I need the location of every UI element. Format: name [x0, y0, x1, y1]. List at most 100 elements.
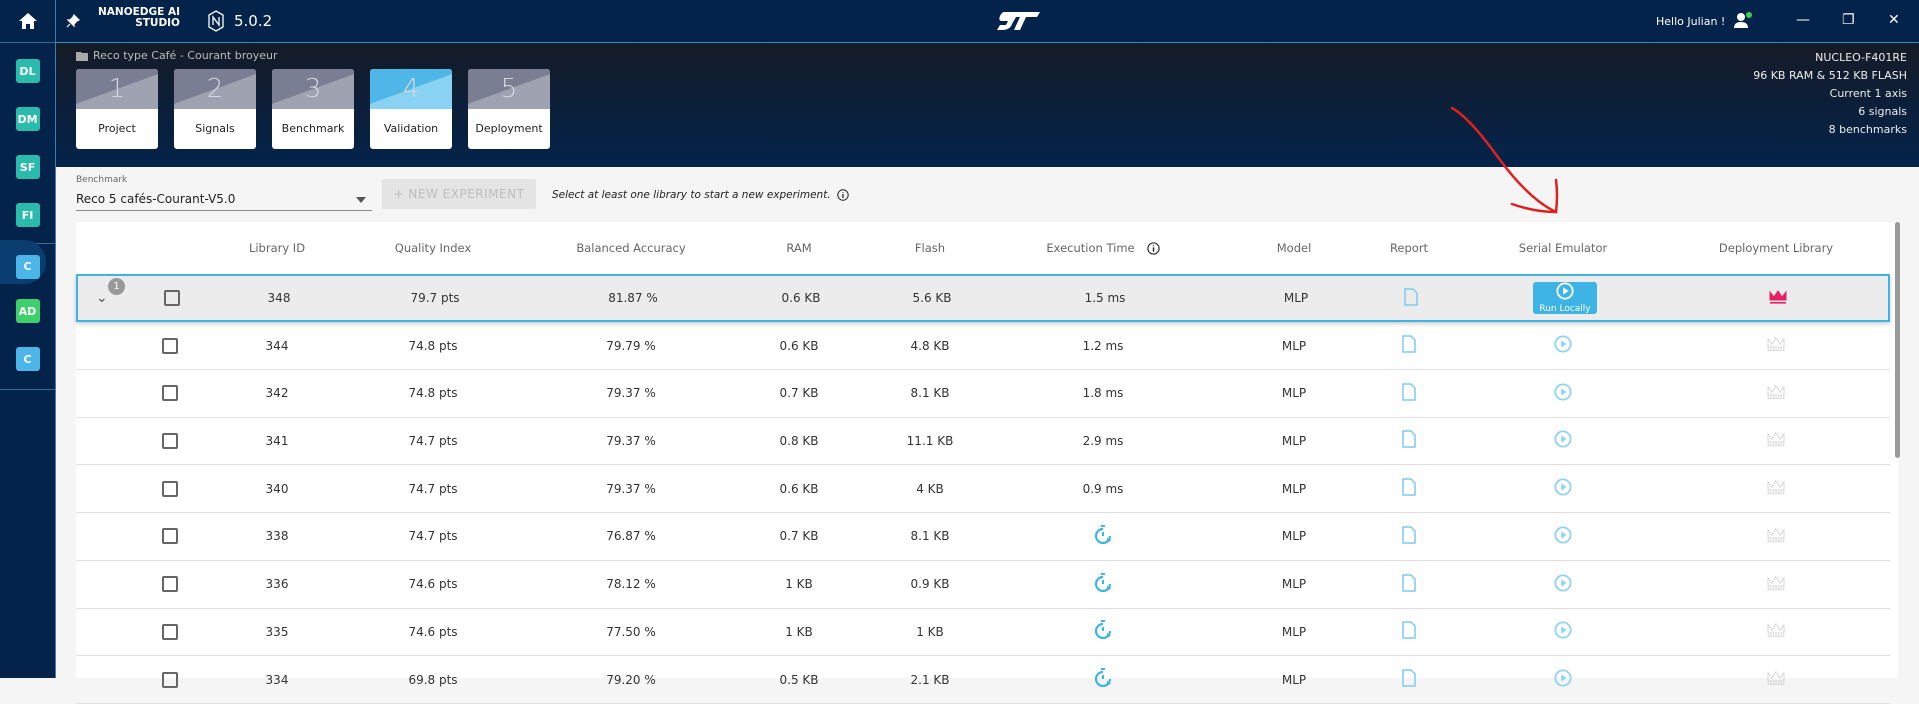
stopwatch-icon[interactable]	[1094, 572, 1112, 596]
play-icon[interactable]	[1554, 621, 1572, 642]
library-id: 334	[265, 672, 289, 687]
crown-icon[interactable]	[1767, 432, 1785, 449]
select-checkbox[interactable]	[162, 528, 178, 545]
report-document-icon[interactable]	[1402, 478, 1416, 499]
crown-icon[interactable]	[1767, 671, 1785, 688]
user-icon[interactable]	[1733, 11, 1755, 33]
deployment-library-cell	[1696, 322, 1856, 369]
project-header: Reco type Café - Courant broyeur 1 Projec…	[56, 43, 1919, 167]
flash: 11.1 KB	[906, 433, 954, 448]
scrollbar[interactable]	[1895, 222, 1900, 458]
crown-icon[interactable]	[1767, 384, 1785, 402]
close-button[interactable]: ✕	[1888, 12, 1900, 28]
select-checkbox[interactable]	[162, 623, 178, 640]
play-icon[interactable]	[1554, 669, 1572, 690]
stopwatch-icon[interactable]	[1094, 524, 1112, 548]
home-button[interactable]	[0, 0, 55, 43]
select-checkbox[interactable]	[162, 385, 178, 402]
stopwatch-icon[interactable]	[1094, 620, 1112, 643]
run-locally-button[interactable]: Run Locally	[1533, 282, 1597, 314]
play-icon[interactable]	[1554, 478, 1572, 499]
step-benchmark[interactable]: 3 Benchmark	[272, 69, 354, 149]
step-project-settings[interactable]: 1 Project Settings	[76, 69, 158, 149]
table-row[interactable]: 344 74.8 pts 79.79 % 0.6 KB 4.8 KB MLP 1.2 ms	[76, 322, 1890, 370]
report-document-icon[interactable]	[1402, 382, 1416, 404]
report-cell	[1329, 608, 1489, 655]
pin-icon[interactable]	[66, 14, 80, 28]
table-row[interactable]: 334 69.8 pts 79.20 % 0.5 KB 2.1 KB MLP	[76, 656, 1890, 704]
play-icon[interactable]	[1554, 574, 1572, 595]
sidebar-item-dm[interactable]: DM	[0, 99, 55, 139]
balanced-accuracy: 81.87 %	[608, 291, 658, 305]
crown-icon[interactable]	[1767, 575, 1785, 593]
report-document-icon[interactable]	[1402, 573, 1416, 595]
report-document-icon[interactable]	[1402, 335, 1416, 356]
balanced-accuracy: 77.50 %	[606, 624, 656, 639]
select-checkbox[interactable]	[162, 480, 178, 497]
select-checkbox[interactable]	[162, 671, 178, 688]
benchmark-select[interactable]: Reco 5 cafés-Courant-V5.0	[76, 189, 372, 211]
play-icon[interactable]	[1554, 526, 1572, 547]
flash: 1 KB	[916, 624, 944, 639]
execution-time: 1.8 ms	[1082, 386, 1124, 401]
crown-icon[interactable]	[1769, 289, 1787, 307]
serial-emulator-cell: Run Locally	[1485, 276, 1645, 320]
select-checkbox[interactable]	[162, 576, 178, 593]
sidebar-item-fi[interactable]: FI	[0, 195, 55, 235]
sidebar-item-c[interactable]: C	[0, 240, 55, 284]
table-row[interactable]: 338 74.7 pts 76.87 % 0.7 KB 8.1 KB MLP	[76, 513, 1890, 561]
sidebar-badge: C	[15, 347, 40, 371]
breadcrumb: Reco type Café - Courant broyeur	[76, 49, 277, 62]
step-deployment[interactable]: 5 Deployment	[468, 69, 550, 149]
select-checkbox[interactable]	[162, 337, 178, 354]
table-row[interactable]: 342 74.8 pts 79.37 % 0.7 KB 8.1 KB MLP 1.8 ms	[76, 370, 1890, 418]
sidebar-item-dl[interactable]: DL	[0, 51, 55, 91]
step-number: 2	[174, 69, 256, 109]
new-experiment-button[interactable]: + NEW EXPERIMENT	[382, 179, 536, 209]
info-icon[interactable]	[1146, 241, 1160, 255]
header-balanced-accuracy[interactable]: Balanced Accuracy	[551, 222, 711, 274]
info-icon[interactable]	[836, 189, 849, 201]
select-checkbox[interactable]	[162, 432, 178, 449]
quality-index: 74.6 pts	[408, 577, 458, 592]
header-execution-time[interactable]: Execution Time	[1023, 222, 1183, 274]
report-document-icon[interactable]	[1402, 669, 1416, 690]
crown-icon[interactable]	[1767, 337, 1785, 354]
header-serial-emulator: Serial Emulator	[1518, 241, 1608, 255]
crown-icon[interactable]	[1767, 528, 1785, 545]
table-row[interactable]: 336 74.6 pts 78.12 % 1 KB 0.9 KB MLP	[76, 561, 1890, 609]
sidebar-item-sf[interactable]: SF	[0, 147, 55, 187]
header-flash[interactable]: Flash	[850, 222, 1010, 274]
report-document-icon[interactable]	[1404, 287, 1418, 309]
sidebar-item-c[interactable]: C	[0, 339, 55, 379]
expand-chevron-icon[interactable]: ⌄	[96, 290, 108, 306]
serial-emulator-cell	[1483, 608, 1643, 655]
table-row[interactable]: 340 74.7 pts 79.37 % 0.6 KB 4 KB MLP 0.9 ms	[76, 465, 1890, 514]
hint-text: Select at least one library to start a n…	[552, 189, 831, 201]
step-number: 3	[272, 69, 354, 109]
select-checkbox[interactable]	[164, 290, 180, 306]
stopwatch-icon[interactable]	[1094, 668, 1112, 691]
play-icon[interactable]	[1554, 430, 1572, 451]
table-row[interactable]: ⌄ 1 348 79.7 pts 81.87 % 0.6 KB 5.6 KB MLP 1.5 m…	[76, 274, 1890, 322]
crown-icon[interactable]	[1767, 623, 1785, 640]
step-label: Signals	[195, 122, 235, 135]
sidebar-item-ad[interactable]: AD	[0, 291, 55, 331]
table-row[interactable]: 341 74.7 pts 79.37 % 0.8 KB 11.1 KB MLP 2.9 ms	[76, 417, 1890, 466]
benchmark-label: Benchmark	[76, 175, 128, 185]
header-library-id[interactable]: Library ID	[197, 222, 357, 274]
report-document-icon[interactable]	[1402, 621, 1416, 642]
step-validation[interactable]: 4 Validation	[370, 69, 452, 149]
minimize-button[interactable]: —	[1796, 12, 1810, 28]
restore-button[interactable]: ❐	[1842, 12, 1855, 28]
play-icon[interactable]	[1554, 335, 1572, 356]
table-row[interactable]: 335 74.6 pts 77.50 % 1 KB 1 KB MLP	[76, 608, 1890, 657]
crown-icon[interactable]	[1767, 480, 1785, 497]
report-cell	[1329, 656, 1489, 703]
table-header: Library ID Quality Index Balanced Accura…	[76, 222, 1890, 274]
report-document-icon[interactable]	[1402, 430, 1416, 451]
step-signals[interactable]: 2 Signals	[174, 69, 256, 149]
play-icon[interactable]	[1554, 383, 1572, 404]
header-quality-index[interactable]: Quality Index	[353, 222, 513, 274]
report-document-icon[interactable]	[1402, 526, 1416, 547]
